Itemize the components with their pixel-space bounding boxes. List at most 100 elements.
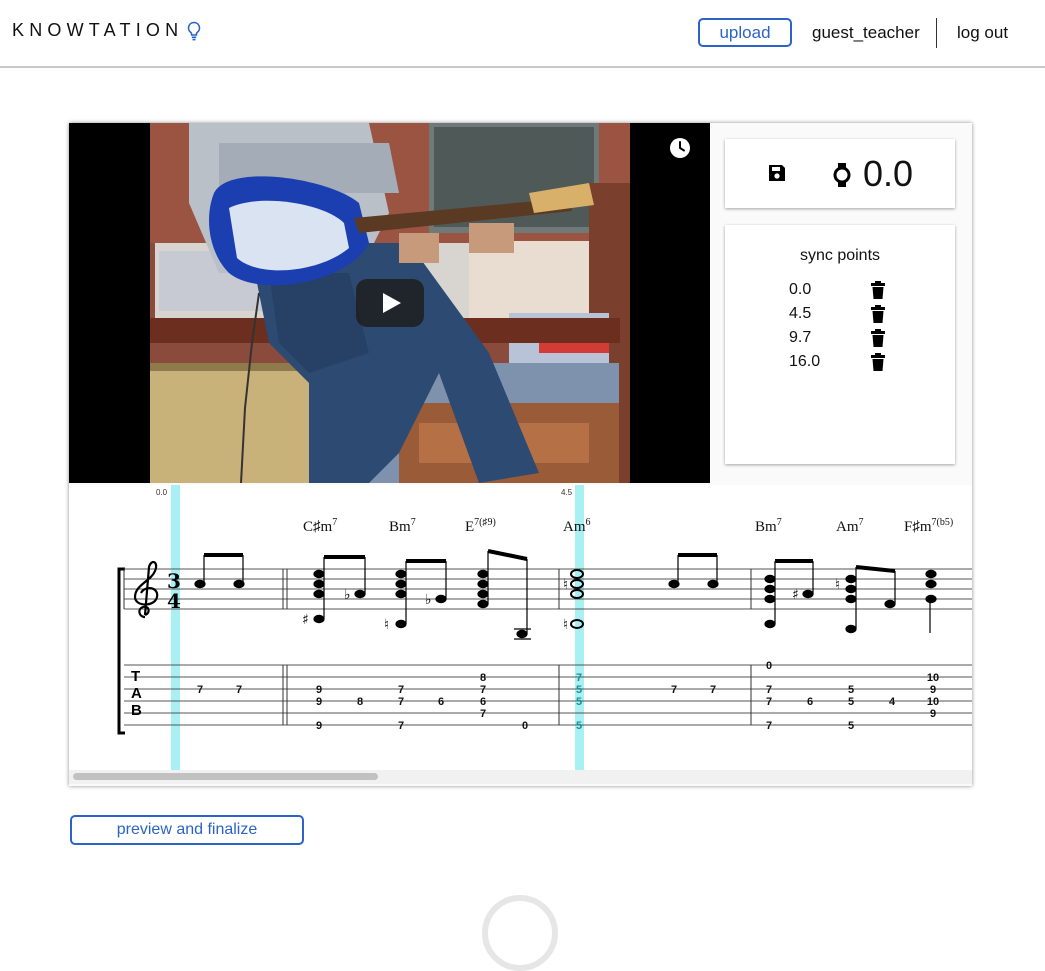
tab-fret-number: 7 bbox=[398, 720, 404, 732]
chord-extension: 7(b5) bbox=[932, 517, 954, 528]
tab-fret-number: 8 bbox=[480, 672, 486, 684]
tab-fret-number: 7 bbox=[576, 672, 582, 684]
svg-text:♭: ♭ bbox=[425, 592, 432, 608]
notation-canvas[interactable]: 0.0 4.5 C♯m7 Bm7 E7(♯9) Am6 Bm7 Am7 F♯m7… bbox=[69, 485, 972, 772]
chord-symbol: Am7 bbox=[836, 517, 864, 535]
chord-symbol: F♯m7(b5) bbox=[904, 517, 953, 535]
tab-fret-number: 7 bbox=[197, 684, 203, 696]
nav-divider bbox=[936, 18, 937, 48]
svg-text:♯: ♯ bbox=[792, 587, 799, 603]
time-signature-bottom: 4 bbox=[167, 589, 181, 613]
sync-point-value[interactable]: 16.0 bbox=[789, 353, 820, 371]
play-button[interactable] bbox=[356, 279, 424, 327]
tab-fret-number: 7 bbox=[766, 684, 772, 696]
tab-fret-number: 7 bbox=[671, 684, 677, 696]
sync-point-value[interactable]: 4.5 bbox=[789, 305, 811, 323]
chord-root: F♯m bbox=[904, 519, 932, 535]
chord-root: Bm bbox=[389, 519, 411, 535]
tab-fret-number: 0 bbox=[766, 660, 772, 672]
editor-panel: 0.0 sync points 0.0 4.5 9.7 16.0 0.0 4.5… bbox=[69, 123, 972, 786]
tab-fret-number: 5 bbox=[576, 720, 582, 732]
tab-fret-number: 9 bbox=[316, 684, 322, 696]
chord-root: E bbox=[465, 519, 474, 535]
tab-fret-number: 6 bbox=[438, 696, 444, 708]
tab-fret-number: 4 bbox=[889, 696, 896, 708]
tab-fret-number: 8 bbox=[357, 696, 363, 708]
chord-extension: 7(♯9) bbox=[474, 517, 496, 528]
tab-fret-number: 7 bbox=[710, 684, 716, 696]
tab-fret-number: 5 bbox=[848, 684, 854, 696]
tab-fret-number: 9 bbox=[930, 708, 936, 720]
chord-extension: 7 bbox=[777, 517, 782, 528]
brand-logo[interactable]: KNOWTATION bbox=[12, 20, 183, 41]
scrollbar-thumb[interactable] bbox=[73, 773, 378, 780]
trash-icon[interactable] bbox=[871, 353, 885, 371]
score-sheet[interactable]: 0.0 4.5 C♯m7 Bm7 E7(♯9) Am6 Bm7 Am7 F♯m7… bbox=[69, 485, 972, 772]
tab-fret-number: 7 bbox=[398, 684, 404, 696]
video-player[interactable] bbox=[69, 123, 710, 483]
chord-symbol: C♯m7 bbox=[303, 517, 337, 535]
tab-fret-number: 9 bbox=[316, 720, 322, 732]
sync-points-title: sync points bbox=[799, 247, 881, 264]
tab-fret-number: 10 bbox=[927, 672, 939, 684]
tab-fret-number: 7 bbox=[480, 684, 486, 696]
preview-and-finalize-button[interactable]: preview and finalize bbox=[70, 815, 304, 845]
tab-fret-number: 7 bbox=[398, 696, 404, 708]
sync-point-row: 16.0 bbox=[789, 351, 899, 375]
sync-point-row: 4.5 bbox=[789, 303, 899, 327]
tab-fret-number: 7 bbox=[766, 720, 772, 732]
tab-fret-number: 7 bbox=[236, 684, 242, 696]
loading-spinner bbox=[482, 895, 558, 971]
lightbulb-icon bbox=[187, 21, 201, 41]
tab-fret-number: 10 bbox=[927, 696, 939, 708]
chord-extension: 7 bbox=[332, 517, 337, 528]
chord-symbol: Bm7 bbox=[755, 517, 782, 535]
clock-icon[interactable] bbox=[669, 137, 691, 159]
sync-marker[interactable] bbox=[171, 485, 180, 772]
tab-fret-number: 5 bbox=[576, 696, 582, 708]
chord-root: C♯m bbox=[303, 519, 333, 535]
svg-text:♭: ♭ bbox=[344, 587, 351, 603]
tab-fret-number: 0 bbox=[522, 720, 528, 732]
tab-clef-letter: T bbox=[131, 668, 140, 685]
time-control-card: 0.0 bbox=[725, 139, 955, 208]
sync-points-card: sync points 0.0 4.5 9.7 16.0 bbox=[725, 225, 955, 464]
stopwatch-icon[interactable] bbox=[833, 162, 851, 188]
sync-point-value[interactable]: 0.0 bbox=[789, 281, 811, 299]
tab-fret-number: 5 bbox=[848, 720, 854, 732]
save-icon[interactable] bbox=[767, 163, 787, 183]
tab-fret-number: 9 bbox=[316, 696, 322, 708]
chord-root: Am bbox=[836, 519, 859, 535]
top-nav-bar: KNOWTATION upload guest_teacher log out bbox=[0, 0, 1045, 68]
tab-fret-number: 5 bbox=[576, 684, 582, 696]
chord-root: Bm bbox=[755, 519, 777, 535]
chord-symbol: Bm7 bbox=[389, 517, 416, 535]
sync-point-row: 0.0 bbox=[789, 279, 899, 303]
svg-text:♮: ♮ bbox=[384, 617, 389, 633]
current-time-readout: 0.0 bbox=[863, 153, 914, 194]
svg-text:♮: ♮ bbox=[563, 577, 568, 593]
chord-symbol: Am6 bbox=[563, 517, 591, 535]
tab-clef-letter: A bbox=[131, 685, 142, 702]
chord-root: Am bbox=[563, 519, 586, 535]
sync-point-value[interactable]: 9.7 bbox=[789, 329, 811, 347]
chord-extension: 7 bbox=[411, 517, 416, 528]
sync-marker-label: 0.0 bbox=[156, 488, 168, 497]
trash-icon[interactable] bbox=[871, 281, 885, 299]
chord-extension: 6 bbox=[586, 517, 591, 528]
svg-text:♯: ♯ bbox=[302, 612, 309, 628]
tab-fret-number: 7 bbox=[480, 708, 486, 720]
trash-icon[interactable] bbox=[871, 329, 885, 347]
upload-button[interactable]: upload bbox=[698, 18, 792, 47]
tab-fret-number: 6 bbox=[480, 696, 486, 708]
username-link[interactable]: guest_teacher bbox=[812, 23, 920, 43]
trash-icon[interactable] bbox=[871, 305, 885, 323]
logout-link[interactable]: log out bbox=[957, 23, 1008, 43]
tab-clef-letter: B bbox=[131, 702, 142, 719]
svg-text:♮: ♮ bbox=[563, 617, 568, 633]
horizontal-scrollbar[interactable] bbox=[69, 770, 972, 784]
chord-symbol: E7(♯9) bbox=[465, 517, 496, 535]
tab-fret-number: 5 bbox=[848, 696, 854, 708]
tab-fret-number: 9 bbox=[930, 684, 936, 696]
sync-point-row: 9.7 bbox=[789, 327, 899, 351]
